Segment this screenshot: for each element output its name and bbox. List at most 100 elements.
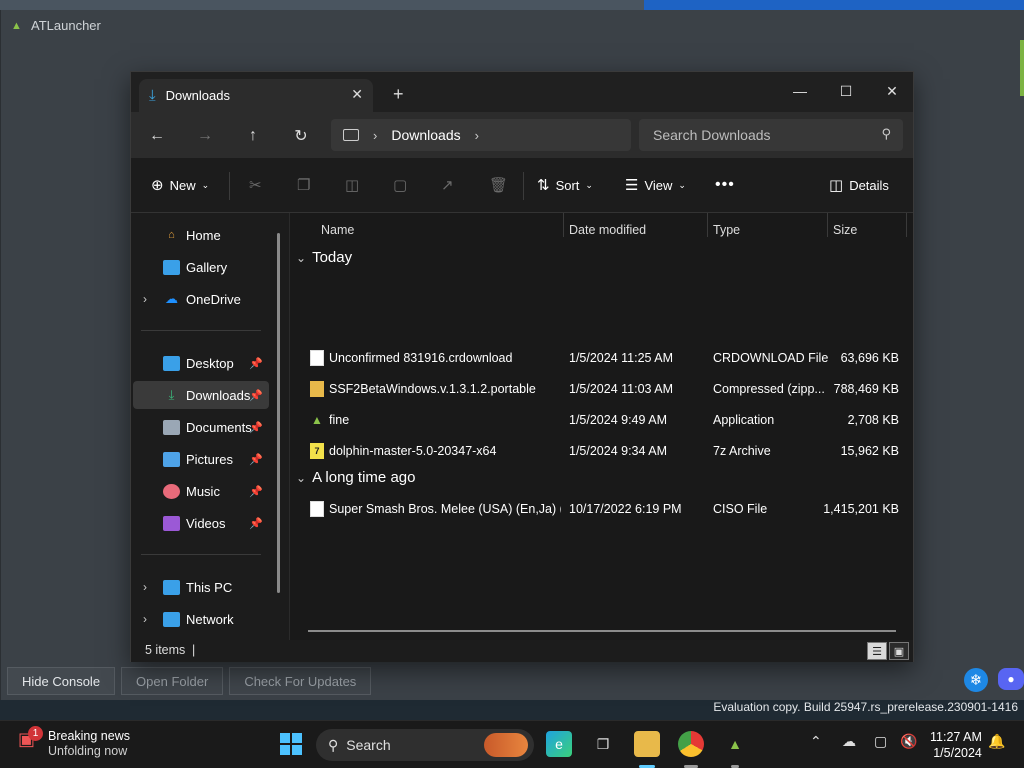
delete-button[interactable]: 🗑 <box>489 176 508 194</box>
news-icon: ▣ 1 <box>18 726 43 751</box>
view-button[interactable]: ☰ View ⌄ <box>625 176 686 194</box>
column-type[interactable]: Type <box>713 219 740 241</box>
sidebar-item-label: OneDrive <box>186 291 241 307</box>
atlauncher-icon[interactable]: ▲ <box>722 731 748 757</box>
share-button[interactable]: ↗ <box>441 176 454 194</box>
column-divider[interactable] <box>707 213 708 237</box>
sidebar-item-this-pc[interactable]: › This PC <box>133 573 269 601</box>
task-view-icon[interactable]: ❐ <box>590 731 616 757</box>
notification-bell-icon[interactable]: 🔔 <box>988 733 1005 750</box>
sidebar-divider <box>141 554 261 555</box>
pin-icon[interactable]: 📌 <box>249 485 263 498</box>
start-button[interactable] <box>278 731 304 757</box>
new-button[interactable]: ⊕ New ⌄ <box>151 176 209 194</box>
table-row[interactable]: 7 dolphin-master-5.0-20347-x64 1/5/2024 … <box>290 437 913 465</box>
table-row[interactable]: SSF2BetaWindows.v.1.3.1.2.portable 1/5/2… <box>290 375 913 403</box>
sidebar-scrollbar[interactable] <box>277 233 280 593</box>
column-date-modified[interactable]: Date modified <box>569 219 646 241</box>
snowflake-icon[interactable]: ❄ <box>964 668 988 692</box>
sidebar-item-network[interactable]: › Network <box>133 605 269 633</box>
network-icon[interactable]: ▢ <box>874 733 887 750</box>
paste-button[interactable]: ◫ <box>345 176 359 194</box>
address-bar[interactable]: › Downloads › <box>331 119 631 151</box>
chevron-right-icon[interactable]: › <box>143 292 147 306</box>
chevron-right-icon[interactable]: › <box>373 128 377 143</box>
table-row[interactable]: Super Smash Bros. Melee (USA) (En,Ja) (R… <box>290 495 913 523</box>
tab-downloads[interactable]: ⤓ Downloads ✕ <box>139 79 373 112</box>
file-type: Application <box>713 413 775 427</box>
hide-console-button[interactable]: Hide Console <box>7 667 116 695</box>
sidebar-divider <box>141 330 261 331</box>
news-widget[interactable]: ▣ 1 Breaking news Unfolding now <box>18 726 130 759</box>
group-header-today[interactable]: ⌄ Today <box>296 249 352 266</box>
pin-icon[interactable]: 📌 <box>249 357 263 370</box>
sidebar-item-home[interactable]: ⌂ Home <box>133 221 269 249</box>
file-explorer-icon[interactable] <box>634 731 660 757</box>
file-date: 10/17/2022 6:19 PM <box>569 502 682 516</box>
rename-button[interactable]: ▢ <box>393 176 407 194</box>
edge-icon[interactable]: e <box>546 731 572 757</box>
taskbar-search[interactable]: ⚲ Search <box>316 729 534 761</box>
pin-icon[interactable]: 📌 <box>249 453 263 466</box>
copy-button[interactable]: ❐ <box>297 176 310 194</box>
sidebar-item-desktop[interactable]: Desktop 📌 <box>133 349 269 377</box>
chevron-right-icon[interactable]: › <box>143 612 147 626</box>
sidebar-item-pictures[interactable]: Pictures 📌 <box>133 445 269 473</box>
column-name[interactable]: Name <box>321 219 354 241</box>
sort-button[interactable]: ⇅ Sort ⌄ <box>537 176 593 194</box>
table-row[interactable]: Unconfirmed 831916.crdownload 1/5/2024 1… <box>290 344 913 372</box>
toolbar-divider <box>523 172 524 200</box>
open-folder-button[interactable]: Open Folder <box>121 667 224 695</box>
sidebar-item-music[interactable]: Music 📌 <box>133 477 269 505</box>
pin-icon[interactable]: 📌 <box>249 389 263 402</box>
minimize-button[interactable]: — <box>777 77 823 105</box>
clock[interactable]: 11:27 AM 1/5/2024 <box>930 729 982 761</box>
back-button[interactable]: ← <box>145 124 169 148</box>
details-pane-button[interactable]: ◫ Details <box>829 176 889 194</box>
launcher-title-text: ATLauncher <box>31 18 101 33</box>
file-name: dolphin-master-5.0-20347-x64 <box>329 444 497 458</box>
breadcrumb-downloads[interactable]: Downloads <box>391 127 460 143</box>
sidebar-item-onedrive[interactable]: › ☁ OneDrive <box>133 285 269 313</box>
sidebar-item-label: Network <box>186 611 234 627</box>
search-highlight-art <box>484 733 528 757</box>
search-input[interactable]: Search Downloads ⚲ <box>639 119 903 151</box>
news-text: Breaking news Unfolding now <box>48 729 130 759</box>
discord-icon[interactable]: ● <box>998 668 1024 690</box>
chevron-right-icon[interactable]: › <box>475 128 479 143</box>
column-divider[interactable] <box>827 213 828 237</box>
check-for-updates-button[interactable]: Check For Updates <box>229 667 372 695</box>
forward-button[interactable]: → <box>193 124 217 148</box>
tiles-view-icon[interactable]: ▣ <box>889 642 909 660</box>
pin-icon[interactable]: 📌 <box>249 421 263 434</box>
close-tab-icon[interactable]: ✕ <box>351 86 363 103</box>
volume-muted-icon[interactable]: 🔇 <box>900 733 917 750</box>
onedrive-offline-icon[interactable]: ☁ <box>842 733 856 750</box>
more-options-button[interactable]: ••• <box>715 176 735 194</box>
sidebar-item-documents[interactable]: Documents 📌 <box>133 413 269 441</box>
chevron-down-icon: ⌄ <box>678 179 686 190</box>
column-divider[interactable] <box>906 213 907 237</box>
cut-button[interactable]: ✂ <box>249 176 262 194</box>
up-button[interactable]: ↑ <box>241 124 265 148</box>
chevron-up-icon[interactable]: ⌃ <box>810 733 822 750</box>
column-size[interactable]: Size <box>833 219 857 241</box>
chevron-down-icon: ⌄ <box>296 250 307 265</box>
new-tab-button[interactable]: + <box>393 84 404 105</box>
details-view-icon[interactable]: ☰ <box>867 642 887 660</box>
sidebar-item-gallery[interactable]: Gallery <box>133 253 269 281</box>
chevron-right-icon[interactable]: › <box>143 580 147 594</box>
horizontal-scrollbar[interactable] <box>308 630 896 632</box>
view-lines-icon: ☰ <box>625 177 639 194</box>
close-window-button[interactable]: ✕ <box>869 77 915 105</box>
7z-icon: 7 <box>310 443 324 459</box>
table-row[interactable]: ▲ fine 1/5/2024 9:49 AM Application 2,70… <box>290 406 913 434</box>
chrome-icon[interactable] <box>678 731 704 757</box>
pin-icon[interactable]: 📌 <box>249 517 263 530</box>
column-divider[interactable] <box>563 213 564 237</box>
group-header-long-ago[interactable]: ⌄ A long time ago <box>296 469 415 486</box>
sidebar-item-downloads[interactable]: ⤓ Downloads 📌 <box>133 381 269 409</box>
maximize-button[interactable]: ☐ <box>823 77 869 105</box>
refresh-button[interactable]: ↻ <box>289 124 313 148</box>
sidebar-item-videos[interactable]: Videos 📌 <box>133 509 269 537</box>
